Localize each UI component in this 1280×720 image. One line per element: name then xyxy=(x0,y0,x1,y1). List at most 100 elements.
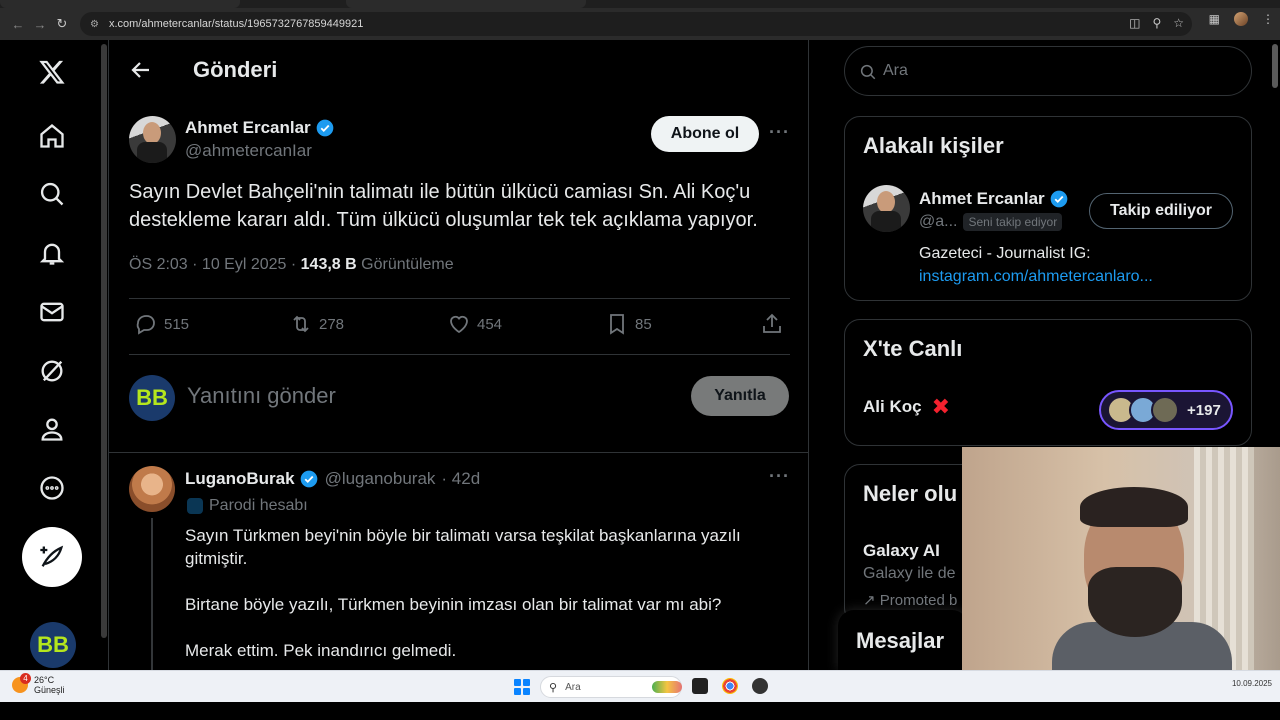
profile-avatar[interactable] xyxy=(1234,12,1248,26)
comment-author-name[interactable]: LuganoBurak xyxy=(185,469,295,489)
left-navigation: BB xyxy=(0,40,104,670)
system-tray-date[interactable]: 10.09.2025 xyxy=(1232,679,1272,688)
author-name[interactable]: Ahmet Ercanlar xyxy=(185,118,335,138)
related-bio-text: Gazeteci - Journalist IG: xyxy=(919,245,1091,262)
extensions-icon[interactable]: ▦ xyxy=(1209,12,1220,26)
left-scrollbar[interactable] xyxy=(101,44,107,638)
browser-tabstrip xyxy=(0,0,1280,8)
related-handle: @a... Seni takip ediyor xyxy=(919,213,1063,231)
author-name-text[interactable]: Ahmet Ercanlar xyxy=(185,118,311,138)
live-item[interactable]: Ali Koç ✖ xyxy=(863,394,950,420)
back-arrow-icon[interactable] xyxy=(129,58,153,82)
red-x-icon: ✖ xyxy=(931,394,950,419)
browser-tab[interactable] xyxy=(346,0,586,8)
following-button[interactable]: Takip ediliyor xyxy=(1089,193,1233,229)
related-handle-text[interactable]: @a... xyxy=(919,213,957,231)
author-avatar[interactable] xyxy=(129,116,176,163)
live-host-name[interactable]: Ali Koç xyxy=(863,397,922,417)
trends-title: Neler olu xyxy=(863,481,958,506)
chrome-icon[interactable] xyxy=(722,678,738,694)
comment-avatar[interactable] xyxy=(129,466,175,512)
explore-search-icon[interactable] xyxy=(36,178,68,210)
related-avatar[interactable] xyxy=(863,185,910,232)
address-bar[interactable]: ⚙ x.com/ahmetercanlar/status/19657327678… xyxy=(80,12,1192,36)
listener-avatar xyxy=(1151,396,1179,424)
follows-you-badge: Seni takip ediyor xyxy=(963,213,1063,231)
comment-line: Sayın Türkmen beyi'nin böyle bir talimat… xyxy=(185,526,741,568)
reply-input[interactable]: Yanıtını gönder xyxy=(187,383,336,409)
profile-person-icon[interactable] xyxy=(36,413,68,445)
comment-more-icon[interactable]: ··· xyxy=(769,466,790,487)
weather-text: 26°C Güneşli xyxy=(34,675,65,695)
x-logo-icon[interactable] xyxy=(36,56,68,88)
thread-line xyxy=(151,518,153,670)
messages-drawer[interactable]: Mesajlar xyxy=(838,610,968,670)
compose-post-button[interactable] xyxy=(22,527,82,587)
post-more-icon[interactable]: ··· xyxy=(769,122,790,143)
address-url: x.com/ahmetercanlar/status/1965732767859… xyxy=(108,18,364,30)
browser-menu-icon[interactable]: ⋮ xyxy=(1262,12,1274,26)
site-info-icon[interactable]: ⚙ xyxy=(90,19,99,30)
messages-envelope-icon[interactable] xyxy=(36,296,68,328)
views-count: 143,8 B xyxy=(300,256,357,273)
post-time[interactable]: ÖS 2:03 · 10 Eyl 2025 · xyxy=(129,256,296,273)
search-placeholder: Ara xyxy=(883,62,908,79)
comment-age[interactable]: · 42d xyxy=(441,469,480,489)
zoom-icon[interactable]: ⚲ xyxy=(1152,16,1161,30)
share-action[interactable] xyxy=(760,312,784,336)
forward-icon[interactable]: → xyxy=(28,12,52,36)
bookmark-star-icon[interactable]: ☆ xyxy=(1173,16,1184,30)
repost-action[interactable]: 278 xyxy=(289,312,344,336)
bookmark-icon xyxy=(610,314,624,335)
related-name-text[interactable]: Ahmet Ercanlar xyxy=(919,189,1045,209)
divider xyxy=(109,452,808,453)
like-action[interactable]: 454 xyxy=(447,312,502,336)
reply-action[interactable]: 515 xyxy=(134,312,189,336)
screen-bottom-edge xyxy=(0,702,1280,720)
trend-name[interactable]: Galaxy AI xyxy=(863,541,940,561)
start-windows-icon[interactable] xyxy=(514,679,530,695)
comment-author-handle[interactable]: @luganoburak xyxy=(325,469,436,489)
verified-badge-icon xyxy=(1050,190,1068,208)
author-handle[interactable]: @ahmetercanIar xyxy=(185,141,312,161)
verified-badge-icon xyxy=(316,119,334,137)
live-listeners-pill[interactable]: +197 xyxy=(1099,390,1233,430)
related-bio: Gazeteci - Journalist IG: instagram.com/… xyxy=(919,242,1153,288)
task-view-icon[interactable] xyxy=(692,678,708,694)
main-column: Gönderi Ahmet Ercanlar @ahmetercanIar Ab… xyxy=(108,40,809,670)
app-icon[interactable] xyxy=(752,678,768,694)
page-scrollbar[interactable] xyxy=(1272,44,1278,88)
post-actions: 515 278 454 85 xyxy=(129,312,790,340)
account-avatar[interactable]: BB xyxy=(30,622,76,668)
weather-widget[interactable]: 4 26°C Güneşli xyxy=(12,673,65,695)
heart-icon xyxy=(450,315,468,334)
trend-promoted: ↗ Promoted b xyxy=(863,591,957,609)
search-input[interactable]: Ara xyxy=(844,46,1252,96)
related-name[interactable]: Ahmet Ercanlar xyxy=(919,189,1069,209)
subscribe-button[interactable]: Abone ol xyxy=(651,116,759,152)
views-label: Görüntüleme xyxy=(361,256,454,273)
reload-icon[interactable]: ↻ xyxy=(50,12,74,36)
webcam-person-hair xyxy=(1080,487,1188,527)
like-count: 454 xyxy=(477,315,503,333)
promoted-text: Promoted b xyxy=(879,592,958,609)
browser-tab[interactable] xyxy=(0,0,240,8)
reply-button[interactable]: Yanıtla xyxy=(691,376,789,416)
divider xyxy=(129,298,790,299)
windows-taskbar: 4 26°C Güneşli ⚲ Ara 10.09.2025 xyxy=(0,670,1280,702)
home-icon[interactable] xyxy=(36,120,68,152)
live-title: X'te Canlı xyxy=(863,336,963,361)
taskbar-search-placeholder: Ara xyxy=(565,681,581,693)
install-icon[interactable]: ◫ xyxy=(1129,16,1140,30)
promoted-icon: ↗ xyxy=(863,592,876,609)
comment-line: Merak ettim. Pek inandırıcı gelmedi. xyxy=(185,641,457,660)
grok-icon[interactable] xyxy=(36,355,68,387)
repost-icon xyxy=(293,315,309,333)
back-icon[interactable]: ← xyxy=(6,12,30,36)
search-highlight-icon[interactable] xyxy=(652,681,682,693)
more-circle-icon[interactable] xyxy=(36,472,68,504)
related-bio-link[interactable]: instagram.com/ahmetercanlaro... xyxy=(919,265,1153,288)
sun-icon: 4 xyxy=(12,673,31,693)
bookmark-action[interactable]: 85 xyxy=(605,312,652,336)
notifications-bell-icon[interactable] xyxy=(36,237,68,269)
